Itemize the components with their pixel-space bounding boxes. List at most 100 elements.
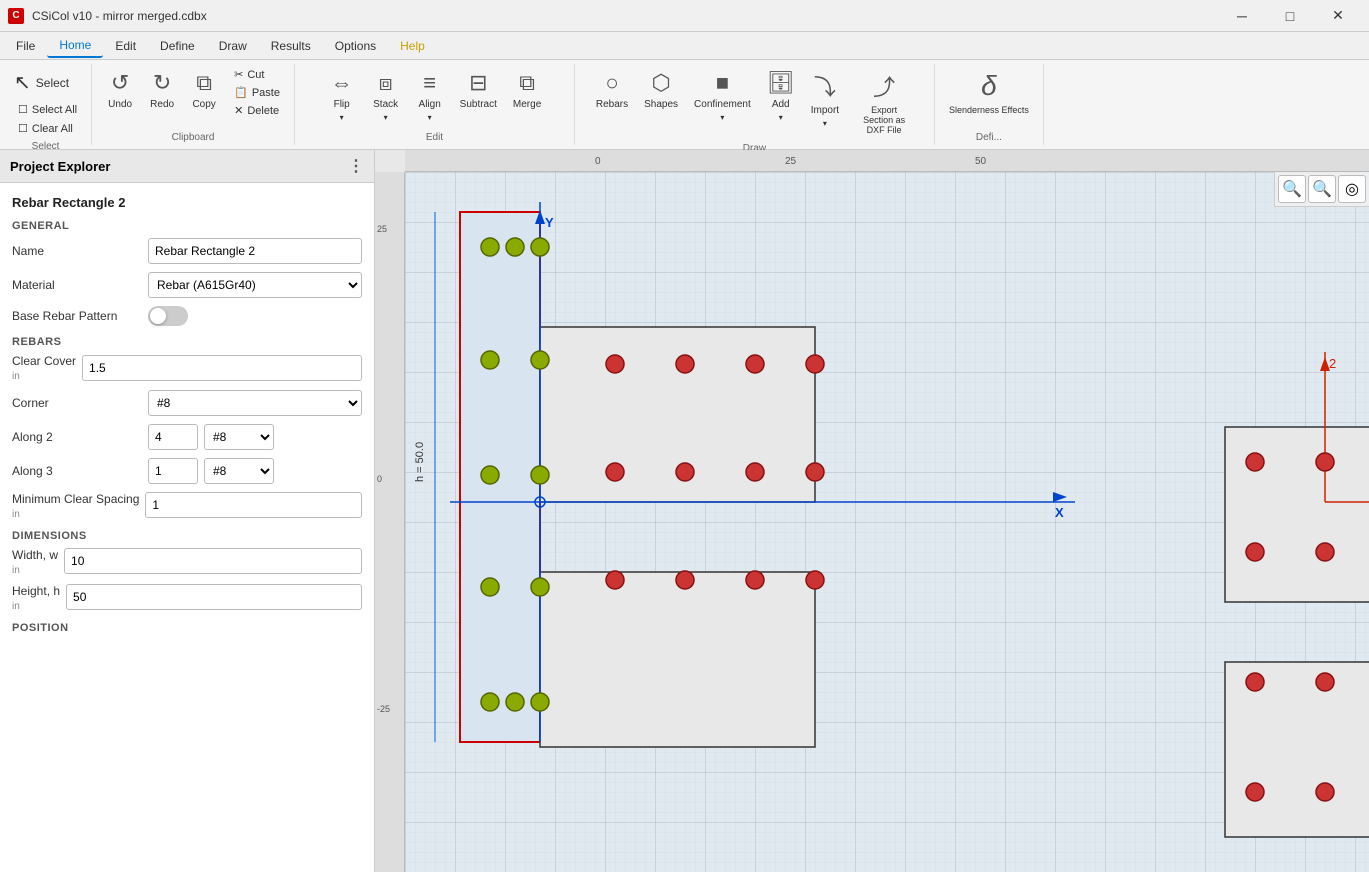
clear-all-icon: ☐ [18, 122, 28, 135]
slenderness-button[interactable]: δ Slenderness Effects [943, 66, 1035, 119]
shapes-button[interactable]: ⬡ Shapes [638, 66, 684, 114]
width-input[interactable] [64, 548, 362, 574]
cursor-tool-button[interactable]: ↖ Select [8, 66, 83, 99]
rebar-red-3 [746, 355, 764, 373]
import-button[interactable]: ⤵ Import ▾ [805, 66, 845, 132]
menu-help[interactable]: Help [388, 35, 437, 57]
confinement-icon: ■ [716, 70, 729, 96]
close-button[interactable]: ✕ [1315, 0, 1361, 32]
rebar-red-4 [806, 355, 824, 373]
shapes-icon: ⬡ [651, 70, 670, 96]
ribbon-group-define: δ Slenderness Effects Defi... [935, 64, 1044, 145]
cut-button[interactable]: ✂ Cut [228, 66, 286, 83]
export-dxf-button[interactable]: ⤴ Export Section as DXF File [849, 66, 919, 139]
paste-icon: 📋 [234, 86, 248, 99]
min-clear-spacing-label: Minimum Clear Spacing [12, 492, 139, 506]
along3-label: Along 3 [12, 464, 142, 478]
general-section-header: GENERAL [12, 220, 362, 232]
menu-draw[interactable]: Draw [207, 35, 259, 57]
zoom-target-button[interactable]: ◎ [1338, 175, 1366, 203]
min-clear-spacing-label-group: Minimum Clear Spacing in [12, 492, 139, 520]
copy-button[interactable]: ⧉ Copy [184, 66, 224, 114]
rebar-red-17 [1246, 543, 1264, 561]
rebar-red-2 [676, 355, 694, 373]
corner-select[interactable]: #8 #3#4#5 #6#7#9 #10#11 [148, 390, 362, 416]
ribbon-group-draw: ○ Rebars ⬡ Shapes ■ Confinement ▾ 🗄 Add … [575, 64, 935, 145]
y-axis-label: Y [545, 215, 554, 230]
merge-button[interactable]: ⧉ Merge [507, 66, 547, 114]
paste-button[interactable]: 📋 Paste [228, 84, 286, 101]
height-unit: in [12, 601, 20, 612]
stack-icon: ⧈ [379, 70, 393, 96]
minimize-button[interactable]: ─ [1219, 0, 1265, 32]
menu-define[interactable]: Define [148, 35, 207, 57]
svg-text:0: 0 [595, 156, 601, 167]
copy-label: Copy [192, 99, 215, 110]
rebar-red-26 [1316, 783, 1334, 801]
rebar-red-18 [1316, 543, 1334, 561]
clear-all-button[interactable]: ☐ Clear All [12, 120, 83, 137]
align-icon: ≡ [423, 70, 436, 96]
canvas-area[interactable]: 0 25 50 25 0 -25 [375, 150, 1369, 872]
material-label: Material [12, 278, 142, 292]
cut-icon: ✂ [234, 68, 243, 81]
along3-bar-select[interactable]: #8 #3#4#5 #6#7#9 [204, 458, 274, 484]
redo-button[interactable]: ↻ Redo [142, 66, 182, 114]
window-controls: ─ □ ✕ [1219, 0, 1361, 32]
project-explorer-title: Project Explorer [10, 159, 110, 174]
rebar-green-6 [481, 466, 499, 484]
flip-button[interactable]: ⇔ Flip ▾ [322, 66, 362, 126]
menu-options[interactable]: Options [323, 35, 388, 57]
base-rebar-pattern-toggle[interactable] [148, 306, 188, 326]
name-input[interactable] [148, 238, 362, 264]
svg-text:0: 0 [377, 474, 382, 484]
along2-bar-select[interactable]: #8 #3#4#5 #6#7#9 [204, 424, 274, 450]
rebar-green-11 [506, 693, 524, 711]
svg-text:50: 50 [975, 156, 987, 167]
ribbon-group-edit: ⇔ Flip ▾ ⧈ Stack ▾ ≡ Align ▾ ⊟ Subtract … [295, 64, 575, 145]
along2-count-input[interactable] [148, 424, 198, 450]
stack-button[interactable]: ⧈ Stack ▾ [366, 66, 406, 126]
copy-icon: ⧉ [196, 70, 212, 96]
right-col-bot [1225, 662, 1369, 837]
clear-cover-row: Clear Cover in [12, 354, 362, 382]
rebar-green-7 [531, 466, 549, 484]
height-input[interactable] [66, 584, 362, 610]
middle-col-bot [540, 572, 815, 747]
along3-count-input[interactable] [148, 458, 198, 484]
ruler-vertical: 25 0 -25 [375, 172, 405, 872]
min-clear-spacing-input[interactable] [145, 492, 362, 518]
subtract-button[interactable]: ⊟ Subtract [454, 66, 503, 114]
rebar-red-22 [1316, 673, 1334, 691]
panel-menu-icon[interactable]: ⋮ [348, 156, 364, 176]
rebar-red-13 [1246, 453, 1264, 471]
maximize-button[interactable]: □ [1267, 0, 1313, 32]
subtract-icon: ⊟ [469, 70, 487, 96]
corner-label: Corner [12, 396, 142, 410]
confinement-button[interactable]: ■ Confinement ▾ [688, 66, 757, 126]
clear-all-label: Clear All [32, 123, 73, 135]
rebar-red-5 [606, 463, 624, 481]
dimensions-section-header: DIMENSIONS [12, 530, 362, 542]
add-button[interactable]: 🗄 Add ▾ [761, 66, 801, 126]
along2-label: Along 2 [12, 430, 142, 444]
slenderness-icon: δ [981, 70, 997, 102]
align-button[interactable]: ≡ Align ▾ [410, 66, 450, 126]
canvas-background[interactable]: Y X 2 3 w = 10.0 w = 80.0 h = 50.0 [405, 172, 1369, 872]
redo-label: Redo [150, 99, 174, 110]
menu-home[interactable]: Home [47, 34, 103, 58]
zoom-search-button[interactable]: 🔍 [1278, 175, 1306, 203]
menu-file[interactable]: File [4, 35, 47, 57]
along2-row: Along 2 #8 #3#4#5 #6#7#9 [12, 424, 362, 450]
select-all-button[interactable]: ☐ Select All [12, 101, 83, 118]
material-select[interactable]: Rebar (A615Gr40) [148, 272, 362, 298]
menu-edit[interactable]: Edit [103, 35, 148, 57]
rebar-green-4 [481, 351, 499, 369]
undo-button[interactable]: ↺ Undo [100, 66, 140, 114]
height-label-group: Height, h in [12, 584, 60, 612]
clear-cover-input[interactable] [82, 355, 362, 381]
rebars-button[interactable]: ○ Rebars [590, 66, 634, 114]
zoom-out-button[interactable]: 🔍 [1308, 175, 1336, 203]
menu-results[interactable]: Results [259, 35, 323, 57]
delete-button[interactable]: ✕ Delete [228, 102, 286, 119]
